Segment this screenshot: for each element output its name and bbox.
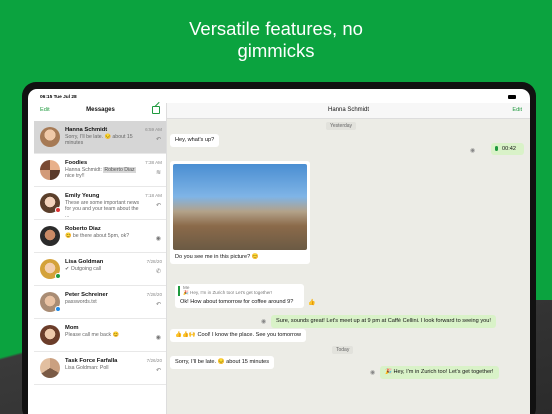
conversation-item[interactable]: Mom Please call me back 😊 ◉ (34, 319, 166, 352)
reply-icon: ↶ (155, 368, 161, 374)
conversation-preview: Please call me back 😊 (65, 332, 120, 338)
conversation-name: Lisa Goldman (65, 259, 104, 265)
conversation-name: Hanna Schmidt (65, 127, 108, 133)
quoted-reply-message[interactable]: Me 🎉 Hey, I'm in Zurich too! Let's get t… (175, 284, 304, 308)
image-caption: Do you see me in this picture? 😊 (175, 254, 259, 260)
conversation-date: 7:18 AM (145, 193, 162, 198)
conversation-name: Task Force Farfalla (65, 358, 118, 364)
headline: Versatile features, no gimmicks (0, 18, 552, 62)
conversation-preview: ✔ Outgoing call (65, 266, 102, 272)
headline-line-2: gimmicks (237, 40, 315, 61)
conversation-preview: passwords.txt (65, 299, 97, 305)
chat-panel: Hanna Schmidt Edit Yesterday Hey, what's… (167, 103, 530, 414)
voice-message[interactable]: 00:42 (491, 143, 524, 155)
quote-text: 🎉 Hey, I'm in Zurich too! Let's get toge… (183, 289, 273, 295)
conversation-item[interactable]: Peter Schreiner passwords.txt 7/28/20 ↶ (34, 286, 166, 319)
status-badge (55, 207, 61, 213)
eye-icon: ◉ (155, 335, 161, 341)
sidebar-header: Edit Messages (34, 103, 166, 121)
eye-icon: ◉ (470, 148, 476, 154)
reply-icon: ↶ (155, 203, 161, 209)
day-divider: Today (332, 346, 354, 354)
conversation-name: Foodies (65, 160, 88, 166)
conversation-name: Emily Yeung (65, 193, 100, 199)
chat-title: Hanna Schmidt (327, 107, 370, 113)
conversation-preview: Lisa Goldman: Poll (65, 365, 109, 371)
avatar (40, 325, 60, 345)
status-badge (55, 273, 61, 279)
group-icon: ≋ (155, 170, 161, 176)
conversation-name: Peter Schreiner (65, 292, 108, 298)
tablet-screen: 06:15 Tue Jul 28 Edit Messages Hanna Sch… (28, 89, 530, 414)
conversation-date: 7:38 AM (145, 160, 162, 165)
chat-header: Hanna Schmidt Edit (167, 103, 530, 119)
conversation-date: 7/28/20 (146, 259, 162, 264)
day-divider: Yesterday (326, 122, 357, 130)
outgoing-message[interactable]: 🎉 Hey, I'm in Zurich too! Let's get toge… (380, 366, 499, 379)
mention-tag: Roberto Diaz (103, 167, 136, 173)
eye-icon: ◉ (261, 319, 267, 325)
microphone-icon (495, 146, 498, 151)
outgoing-message[interactable]: Sure, sounds great! Let's meet up at 9 p… (271, 315, 496, 328)
zurich-photo[interactable] (173, 164, 307, 250)
eye-icon: ◉ (155, 236, 161, 242)
conversation-preview: These are some important news for you an… (65, 200, 140, 219)
status-time: 06:15 Tue Jul 28 (40, 95, 77, 100)
conversation-preview: Sorry, I'll be late. 😔 about 15 minutes (65, 134, 133, 147)
avatar (40, 160, 60, 180)
reply-icon: ↶ (155, 302, 161, 308)
reply-icon: ↶ (155, 137, 161, 143)
preview-text: nice try!! (65, 173, 85, 180)
conversation-sidebar: Edit Messages Hanna Schmidt Sorry, I'll … (34, 103, 167, 414)
chat-edit-button[interactable]: Edit (512, 107, 522, 113)
conversation-preview: 😊 be there about 5pm, ok? (65, 233, 130, 239)
avatar (40, 226, 60, 246)
conversation-preview: Hanna Schmidt: Roberto Diaz nice try!! (65, 167, 143, 180)
headline-line-1: Versatile features, no (189, 18, 363, 39)
avatar (40, 358, 60, 378)
eye-icon: ◉ (370, 370, 376, 376)
sidebar-title: Messages (86, 107, 115, 113)
conversation-name: Roberto Diaz (65, 226, 101, 232)
reply-text: Ok! How about tomorrow for coffee around… (180, 299, 294, 305)
status-bar: 06:15 Tue Jul 28 (28, 89, 530, 103)
conversation-item[interactable]: Emily Yeung These are some important new… (34, 187, 166, 220)
thumbs-up-icon: 👍 (308, 300, 316, 306)
tablet-frame: 06:15 Tue Jul 28 Edit Messages Hanna Sch… (22, 82, 536, 414)
avatar (40, 127, 60, 147)
quote-block: Me 🎉 Hey, I'm in Zurich too! Let's get t… (178, 285, 300, 296)
conversation-item[interactable]: Roberto Diaz 😊 be there about 5pm, ok? ◉ (34, 220, 166, 253)
incoming-message[interactable]: Sorry, I'll be late. 😔 about 15 minutes (170, 356, 275, 369)
incoming-message[interactable]: Hey, what's up? (170, 134, 220, 147)
battery-icon (508, 95, 516, 99)
compose-icon[interactable] (152, 106, 160, 114)
incoming-message[interactable]: 👍👍🙌 Cool! I know the place. See you tomo… (170, 329, 306, 342)
conversation-date: 6:59 AM (145, 127, 162, 132)
phone-icon: ✆ (155, 269, 161, 275)
conversation-item[interactable]: Lisa Goldman ✔ Outgoing call 7/28/20 ✆ (34, 253, 166, 286)
preview-text: Hanna Schmidt: (65, 167, 102, 173)
conversation-item[interactable]: Foodies Hanna Schmidt: Roberto Diaz nice … (34, 154, 166, 187)
conversation-date: 7/28/20 (146, 292, 162, 297)
voice-duration: 00:42 (502, 146, 516, 152)
conversation-item[interactable]: Hanna Schmidt Sorry, I'll be late. 😔 abo… (34, 121, 166, 154)
status-badge (55, 306, 61, 312)
conversation-name: Mom (65, 325, 79, 331)
conversation-item[interactable]: Task Force Farfalla Lisa Goldman: Poll 7… (34, 352, 166, 385)
conversation-date: 7/26/20 (146, 358, 162, 363)
